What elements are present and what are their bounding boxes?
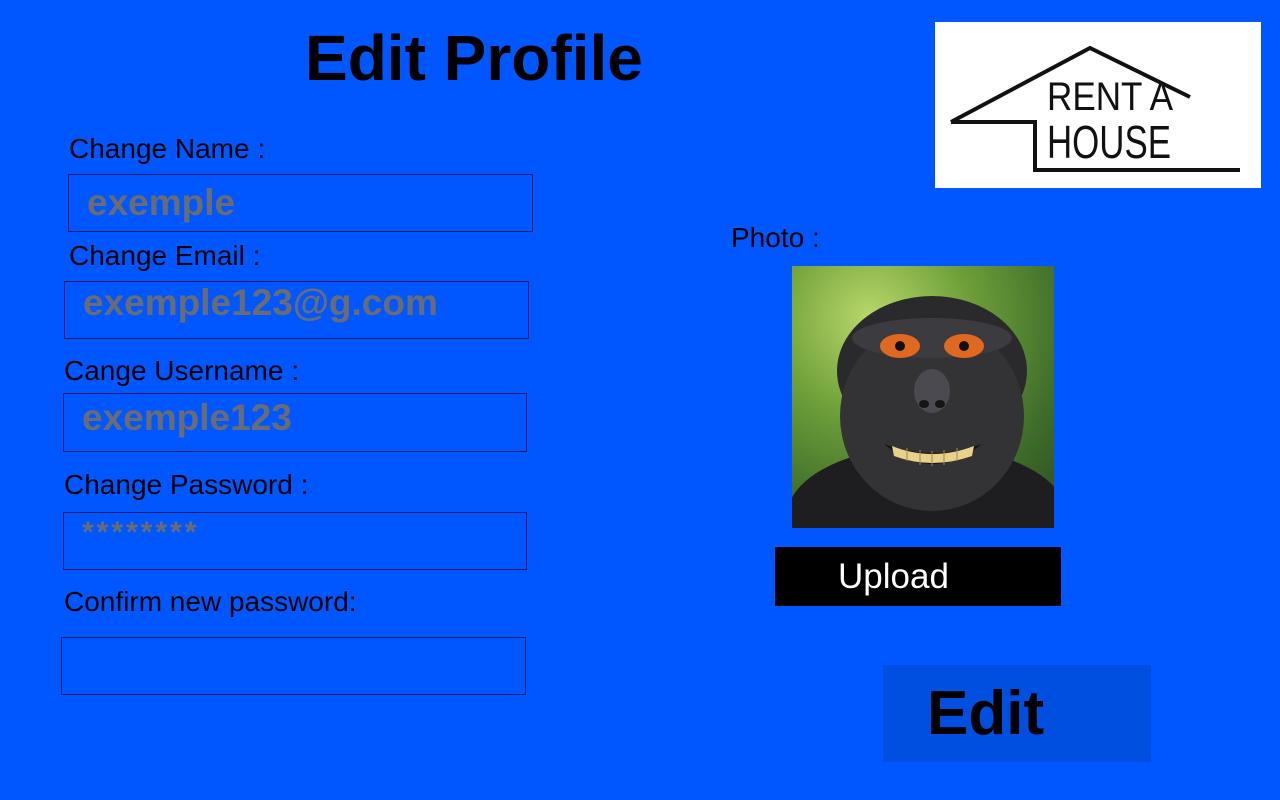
confirm-password-field[interactable] xyxy=(61,637,526,695)
name-label: Change Name : xyxy=(69,133,266,164)
profile-photo xyxy=(792,266,1054,528)
confirm-password-label: Confirm new password: xyxy=(64,586,357,617)
username-label: Cange Username : xyxy=(64,355,300,386)
upload-button[interactable]: Upload xyxy=(775,547,1061,606)
email-field[interactable] xyxy=(64,281,529,339)
monkey-portrait-image xyxy=(792,296,1054,528)
edit-button[interactable]: Edit xyxy=(883,665,1151,762)
username-field[interactable] xyxy=(63,393,527,452)
logo-text-line2: HOUSE xyxy=(1047,116,1171,168)
page-title: Edit Profile xyxy=(305,22,643,94)
password-field[interactable] xyxy=(63,512,527,570)
photo-label: Photo : xyxy=(731,222,820,253)
house-outline-icon: RENT A HOUSE xyxy=(950,45,1240,172)
email-label: Change Email : xyxy=(69,240,261,271)
password-label: Change Password : xyxy=(64,469,309,500)
rent-a-house-logo: RENT A HOUSE xyxy=(935,22,1261,188)
name-field[interactable] xyxy=(68,174,533,232)
logo-text-line1: RENT A xyxy=(1047,75,1173,119)
